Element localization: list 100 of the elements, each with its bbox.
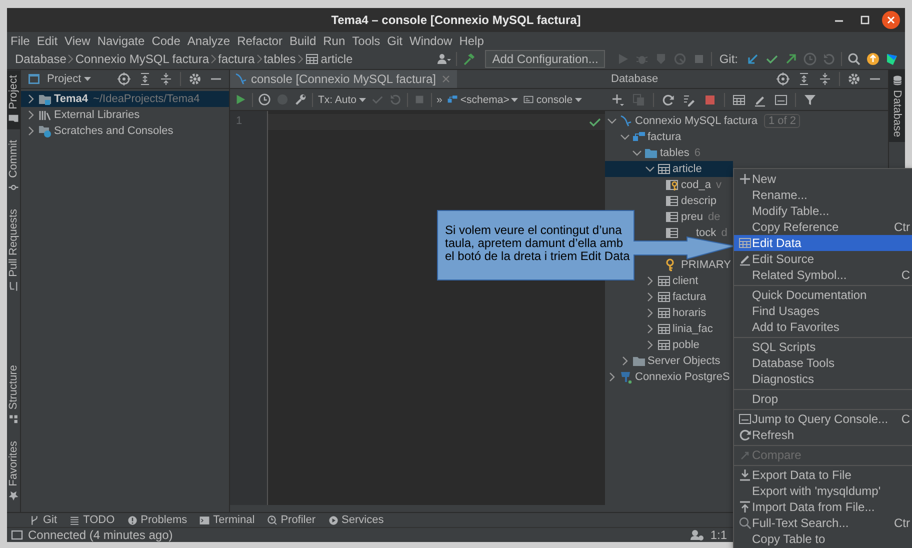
breadcrumb-item[interactable]: Database [15, 52, 66, 66]
tree-item[interactable]: descrip [655, 193, 716, 209]
menu-item[interactable]: View [61, 34, 94, 48]
menu-item[interactable]: SQL Scripts [734, 339, 912, 355]
tool-window-tab[interactable]: Favorites [7, 436, 20, 506]
app-logo-icon[interactable] [885, 52, 899, 66]
menu-item[interactable]: Help [456, 34, 488, 48]
tree-item[interactable]: horaris [642, 305, 706, 321]
tree-item[interactable]: cod_a v [655, 177, 722, 193]
tool-window-tab[interactable]: Database [889, 70, 905, 142]
menu-item[interactable]: Import Data from File... [734, 499, 912, 515]
menu-item[interactable]: Refactor [234, 34, 286, 48]
stop-icon[interactable] [703, 92, 717, 106]
breadcrumb-item[interactable]: Connexio MySQL factura [75, 52, 209, 66]
breadcrumb-item[interactable]: factura [218, 52, 255, 66]
tree-item[interactable]: Server Objects [618, 353, 720, 369]
menu-item[interactable]: Edit [33, 34, 62, 48]
tool-window-tab[interactable]: Commit [7, 135, 20, 198]
menu-item[interactable]: Diagnostics [734, 371, 912, 387]
menu-item[interactable]: Copy Table to [734, 531, 912, 547]
menu-item[interactable]: Find Usages [734, 303, 912, 319]
caret-position[interactable]: 1:1 [710, 528, 727, 542]
menu-item[interactable]: Jump to Query Console... C [734, 411, 912, 427]
menu-item[interactable]: Related Symbol... C [734, 267, 912, 283]
arrow-down-left-icon[interactable] [746, 52, 760, 66]
tree-item[interactable]: preu de [655, 209, 720, 225]
tree-item[interactable]: linia_fac [642, 321, 713, 337]
tree-item[interactable]: tables 6 [630, 145, 700, 161]
table-icon[interactable] [732, 92, 746, 106]
square-icon[interactable] [10, 528, 24, 542]
hammer-icon[interactable] [462, 52, 476, 66]
project-view-dropdown[interactable]: Project [47, 73, 92, 85]
menu-item[interactable]: Export with 'mysqldump' [734, 483, 912, 499]
locate-icon[interactable] [776, 72, 790, 86]
menu-item[interactable]: Run [320, 34, 349, 48]
menu-item[interactable]: Code [148, 34, 184, 48]
tool-window-tab[interactable]: Project [7, 70, 20, 130]
refresh-icon[interactable] [661, 92, 675, 106]
add-icon[interactable] [611, 92, 625, 106]
menu-item[interactable]: File [7, 34, 34, 48]
more-button[interactable]: » [436, 94, 442, 106]
tool-window-button[interactable]: Problems [126, 514, 188, 526]
tree-item[interactable]: tock d [655, 225, 728, 241]
tool-window-button[interactable]: Terminal [199, 514, 255, 526]
settings-icon[interactable] [847, 72, 861, 86]
search-icon[interactable] [847, 52, 861, 66]
menu-item[interactable]: Edit Data [734, 235, 912, 251]
tree-item[interactable]: Tema4 ~/IdeaProjects/Tema4 [21, 91, 229, 107]
update-icon[interactable] [866, 52, 880, 66]
menu-item[interactable]: Edit Source [734, 251, 912, 267]
user-icon[interactable] [437, 52, 452, 66]
tree-item[interactable]: client [642, 273, 698, 289]
locate-icon[interactable] [117, 72, 131, 86]
menu-item[interactable]: Rename... [734, 187, 912, 203]
schema-dropdown[interactable]: <schema> [447, 94, 518, 106]
tree-item[interactable]: factura [642, 289, 706, 305]
menu-item[interactable]: Export Data to File [734, 467, 912, 483]
tree-item[interactable]: factura [618, 129, 682, 145]
menu-item[interactable]: Database Tools [734, 355, 912, 371]
menu-item[interactable]: Analyze [184, 34, 234, 48]
history-icon[interactable] [258, 93, 271, 106]
menu-item[interactable]: Add to Favorites [734, 319, 912, 335]
tree-item[interactable]: Connexio MySQL factura 1 of 2 [605, 113, 800, 129]
transaction-mode-dropdown[interactable]: Tx: Auto [318, 94, 366, 106]
tool-window-button[interactable]: Profiler [266, 514, 316, 526]
menu-item[interactable]: Copy Reference Ctr [734, 219, 912, 235]
tree-item[interactable]: PRIMARY [655, 257, 731, 273]
edit-list-icon[interactable] [682, 92, 696, 106]
tree-item[interactable]: External Libraries [24, 107, 140, 123]
session-dropdown[interactable]: console [523, 94, 582, 106]
menu-item[interactable]: Quick Documentation [734, 287, 912, 303]
menu-item[interactable]: Git [384, 34, 406, 48]
menu-item[interactable]: Build [286, 34, 320, 48]
menu-item[interactable]: New [734, 171, 912, 187]
close-button[interactable] [882, 11, 900, 29]
breadcrumb-item[interactable]: article [304, 52, 353, 66]
console-icon[interactable] [774, 92, 788, 106]
tool-window-button[interactable]: TODO [69, 514, 115, 526]
tree-item[interactable]: Scratches and Consoles [24, 123, 174, 139]
menu-item[interactable]: Full-Text Search... Ctr [734, 515, 912, 531]
add-configuration-button[interactable]: Add Configuration... [485, 50, 606, 68]
tree-item[interactable]: article [605, 161, 733, 177]
tree-item[interactable]: poble [642, 337, 700, 353]
settings-icon[interactable] [188, 72, 202, 86]
menu-item[interactable]: Drop [734, 391, 912, 407]
menu-item[interactable]: Modify Table... [734, 203, 912, 219]
tool-window-button[interactable]: Services [328, 514, 384, 526]
menu-item[interactable]: Refresh [734, 427, 912, 443]
expand-all-icon[interactable] [797, 72, 811, 86]
menu-item[interactable]: Window [406, 34, 456, 48]
users-icon[interactable] [690, 528, 704, 542]
breadcrumb-item[interactable]: tables [264, 52, 296, 66]
arrow-up-right-icon[interactable] [784, 52, 798, 66]
run-icon[interactable] [234, 93, 247, 106]
collapse-all-icon[interactable] [159, 72, 173, 86]
menu-item[interactable]: Navigate [94, 34, 148, 48]
wrench-icon[interactable] [294, 93, 307, 106]
collapse-all-icon[interactable] [818, 72, 832, 86]
tree-item[interactable]: Connexio PostgreS [605, 369, 730, 385]
menu-item[interactable]: Tools [348, 34, 384, 48]
